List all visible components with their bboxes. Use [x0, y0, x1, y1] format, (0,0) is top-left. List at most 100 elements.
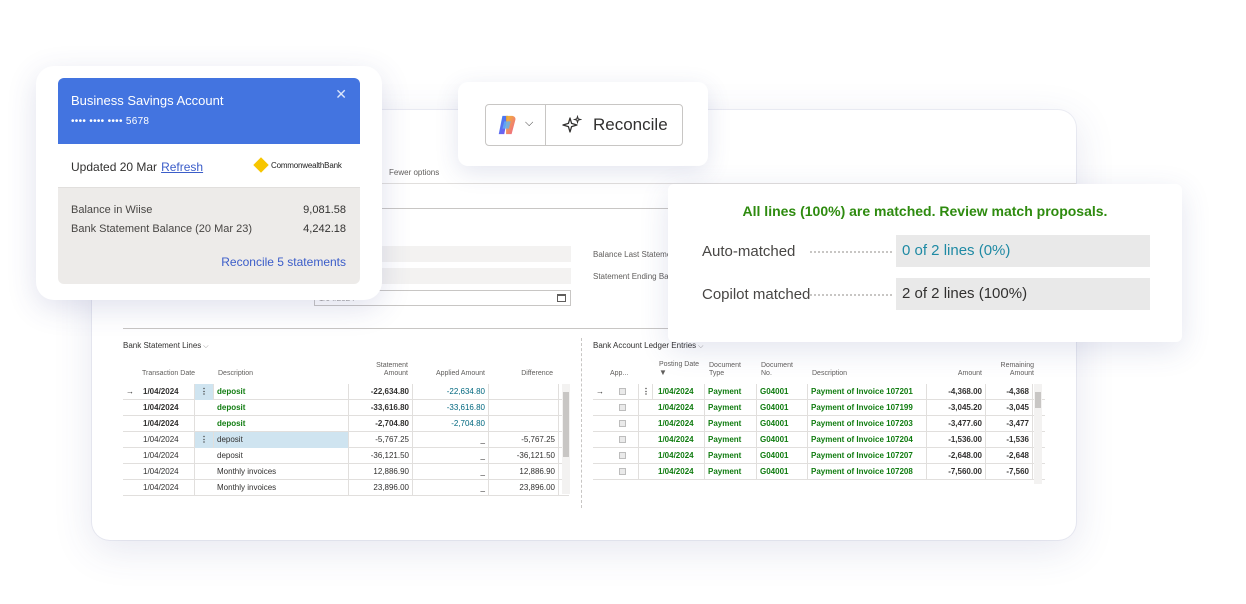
statement-amount-cell[interactable]: -22,634.80 [349, 384, 413, 400]
remaining-amount-cell[interactable]: -2,648 [986, 448, 1033, 464]
statement-amount-cell[interactable]: -36,121.50 [349, 448, 413, 464]
fewer-options-link[interactable]: Fewer options [389, 168, 439, 177]
remaining-amount-cell[interactable]: -1,536 [986, 432, 1033, 448]
applied-amount-cell[interactable]: _ [413, 432, 489, 448]
difference-cell[interactable] [489, 416, 559, 432]
difference-cell[interactable]: -36,121.50 [489, 448, 559, 464]
bank-statement-lines-title[interactable]: Bank Statement Lines ⌵ [123, 341, 209, 351]
applied-checkbox[interactable] [607, 416, 639, 432]
ledger-entries-title[interactable]: Bank Account Ledger Entries ⌵ [593, 341, 703, 351]
document-no-cell[interactable]: G04001 [757, 464, 808, 480]
reconcile-statements-link[interactable]: Reconcile 5 statements [221, 255, 346, 269]
reconcile-button[interactable]: Reconcile [546, 105, 682, 145]
amount-cell[interactable]: -3,477.60 [927, 416, 986, 432]
description-cell[interactable]: Payment of Invoice 107201 [808, 384, 927, 400]
description-cell[interactable]: Payment of Invoice 107208 [808, 464, 927, 480]
scrollbar-thumb[interactable] [1035, 392, 1041, 408]
document-type-cell[interactable]: Payment [705, 464, 757, 480]
auto-matched-value[interactable]: 0 of 2 lines (0%) [896, 235, 1150, 267]
applied-checkbox[interactable] [607, 432, 639, 448]
document-no-cell[interactable]: G04001 [757, 400, 808, 416]
column-header-applied[interactable]: App... [610, 370, 628, 378]
table-row[interactable]: 1/04/2024 Payment G04001 Payment of Invoice… [593, 448, 1045, 464]
applied-amount-cell[interactable]: _ [413, 480, 489, 496]
amount-cell[interactable]: -4,368.00 [927, 384, 986, 400]
column-header-document-no[interactable]: Document No. [761, 362, 801, 378]
difference-cell[interactable]: 12,886.90 [489, 464, 559, 480]
column-header-statement-amount[interactable]: Statement Amount [363, 362, 408, 378]
table-row[interactable]: 1/04/2024 Payment G04001 Payment of Invoice… [593, 400, 1045, 416]
column-header-applied-amount[interactable]: Applied Amount [418, 370, 485, 378]
calendar-icon[interactable] [557, 294, 566, 302]
remaining-amount-cell[interactable]: -3,477 [986, 416, 1033, 432]
posting-date-cell[interactable]: 1/04/2024 [655, 384, 705, 400]
column-header-difference[interactable]: Difference [495, 370, 553, 378]
description-cell[interactable]: Payment of Invoice 107207 [808, 448, 927, 464]
applied-checkbox[interactable] [607, 448, 639, 464]
document-no-cell[interactable]: G04001 [757, 384, 808, 400]
column-header-posting-date[interactable]: Posting Date ▼ [659, 361, 703, 378]
description-cell[interactable]: Payment of Invoice 107199 [808, 400, 927, 416]
document-type-cell[interactable]: Payment [705, 448, 757, 464]
applied-checkbox[interactable] [607, 464, 639, 480]
table-row[interactable]: 1/04/2024 Payment G04001 Payment of Invoice… [593, 416, 1045, 432]
column-header-description[interactable]: Description [812, 370, 847, 378]
posting-date-cell[interactable]: 1/04/2024 [655, 400, 705, 416]
filter-icon[interactable]: ▼ [659, 368, 667, 377]
posting-date-cell[interactable]: 1/04/2024 [655, 464, 705, 480]
difference-cell[interactable]: -5,767.25 [489, 432, 559, 448]
applied-amount-cell[interactable]: -33,616.80 [413, 400, 489, 416]
column-header-description[interactable]: Description [218, 370, 253, 378]
description-cell[interactable]: deposit [214, 432, 349, 448]
description-cell[interactable]: Monthly invoices [214, 464, 349, 480]
column-header-transaction-date[interactable]: Transaction Date [142, 370, 202, 378]
statement-amount-cell[interactable]: 23,896.00 [349, 480, 413, 496]
vertical-scrollbar[interactable] [1034, 384, 1042, 484]
statement-amount-cell[interactable]: 12,886.90 [349, 464, 413, 480]
table-row[interactable]: 1/04/2024 deposit -36,121.50 _ -36,121.50 [123, 448, 569, 464]
remaining-amount-cell[interactable]: -7,560 [986, 464, 1033, 480]
transaction-date-cell[interactable]: 1/04/2024 [140, 432, 195, 448]
applied-checkbox[interactable] [607, 384, 639, 400]
description-cell[interactable]: deposit [214, 416, 349, 432]
transaction-date-cell[interactable]: 1/04/2024 [140, 416, 195, 432]
transaction-date-cell[interactable]: 1/04/2024 [140, 384, 195, 400]
more-options-icon[interactable]: ⋮ [195, 432, 214, 448]
close-icon[interactable]: ✕ [335, 86, 347, 103]
table-row[interactable]: 1/04/2024 Monthly invoices 23,896.00 _ 23,89… [123, 480, 569, 496]
amount-cell[interactable]: -3,045.20 [927, 400, 986, 416]
remaining-amount-cell[interactable]: -4,368 [986, 384, 1033, 400]
description-cell[interactable]: deposit [214, 448, 349, 464]
table-row[interactable]: 1/04/2024 Payment G04001 Payment of Invoice… [593, 464, 1045, 480]
document-type-cell[interactable]: Payment [705, 384, 757, 400]
difference-cell[interactable] [489, 400, 559, 416]
vertical-scrollbar[interactable] [562, 384, 570, 494]
table-row[interactable]: → 1/04/2024 ⋮ deposit -22,634.80 -22,634.80 [123, 384, 569, 400]
column-header-remaining-amount[interactable]: Remaining Amount [992, 362, 1034, 378]
amount-cell[interactable]: -7,560.00 [927, 464, 986, 480]
column-header-document-type[interactable]: Document Type [709, 362, 749, 378]
more-options-icon[interactable]: ⋮ [639, 384, 653, 400]
document-no-cell[interactable]: G04001 [757, 416, 808, 432]
transaction-date-cell[interactable]: 1/04/2024 [140, 464, 195, 480]
applied-amount-cell[interactable]: -2,704.80 [413, 416, 489, 432]
table-row[interactable]: 1/04/2024 deposit -2,704.80 -2,704.80 [123, 416, 569, 432]
description-cell[interactable]: Payment of Invoice 107204 [808, 432, 927, 448]
applied-checkbox[interactable] [607, 400, 639, 416]
more-options-icon[interactable]: ⋮ [195, 384, 214, 400]
applied-amount-cell[interactable]: -22,634.80 [413, 384, 489, 400]
description-cell[interactable]: deposit [214, 400, 349, 416]
document-type-cell[interactable]: Payment [705, 416, 757, 432]
document-no-cell[interactable]: G04001 [757, 432, 808, 448]
table-row[interactable]: 1/04/2024 Payment G04001 Payment of Invoice… [593, 432, 1045, 448]
posting-date-cell[interactable]: 1/04/2024 [655, 416, 705, 432]
posting-date-cell[interactable]: 1/04/2024 [655, 432, 705, 448]
refresh-link[interactable]: Refresh [161, 160, 203, 174]
amount-cell[interactable]: -2,648.00 [927, 448, 986, 464]
table-row[interactable]: 1/04/2024 Monthly invoices 12,886.90 _ 12,88… [123, 464, 569, 480]
description-cell[interactable]: deposit [214, 384, 349, 400]
table-row[interactable]: 1/04/2024 deposit -33,616.80 -33,616.80 [123, 400, 569, 416]
statement-amount-cell[interactable]: -2,704.80 [349, 416, 413, 432]
applied-amount-cell[interactable]: _ [413, 448, 489, 464]
document-no-cell[interactable]: G04001 [757, 448, 808, 464]
